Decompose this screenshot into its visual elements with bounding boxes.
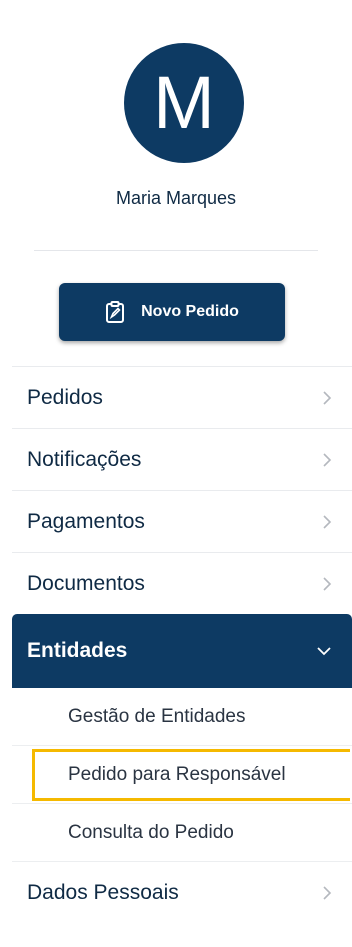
sidebar-item-pagamentos[interactable]: Pagamentos [12, 490, 352, 552]
chevron-right-icon [322, 390, 332, 406]
new-order-label: Novo Pedido [141, 303, 239, 320]
sidebar-item-documentos[interactable]: Documentos [12, 552, 352, 614]
submenu-item-label: Consulta do Pedido [68, 821, 234, 843]
submenu-item-label: Pedido para Responsável [68, 763, 286, 785]
submenu-item-gestao-entidades[interactable]: Gestão de Entidades [12, 688, 352, 746]
submenu-item-label: Gestão de Entidades [68, 705, 246, 727]
user-name: Maria Marques [115, 188, 237, 208]
sidebar-item-label: Dados Pessoais [27, 881, 179, 904]
sidebar-item-entidades[interactable]: Entidades [12, 614, 352, 688]
chevron-right-icon [322, 576, 332, 592]
sidebar-item-label: Entidades [27, 639, 128, 662]
avatar[interactable]: M [124, 43, 244, 163]
submenu-item-consulta-pedido[interactable]: Consulta do Pedido [12, 804, 352, 862]
sidebar-item-dados-pessoais[interactable]: Dados Pessoais [12, 862, 352, 924]
sidebar-menu: Pedidos Notificações Pagamentos Document… [12, 366, 352, 924]
chevron-right-icon [322, 452, 332, 468]
chevron-down-icon [316, 646, 332, 656]
sidebar-item-pedidos[interactable]: Pedidos [12, 366, 352, 428]
sidebar-item-notificacoes[interactable]: Notificações [12, 428, 352, 490]
clipboard-edit-icon [105, 301, 125, 323]
sidebar-item-label: Notificações [27, 447, 142, 471]
new-order-button[interactable]: Novo Pedido [59, 283, 285, 341]
chevron-right-icon [322, 885, 332, 901]
sidebar-item-label: Documentos [27, 571, 145, 595]
submenu-item-pedido-responsavel[interactable]: Pedido para Responsável [12, 746, 352, 804]
chevron-right-icon [322, 514, 332, 530]
divider [34, 250, 318, 251]
sidebar-item-label: Pagamentos [27, 509, 145, 533]
sidebar-item-label: Pedidos [27, 385, 103, 409]
